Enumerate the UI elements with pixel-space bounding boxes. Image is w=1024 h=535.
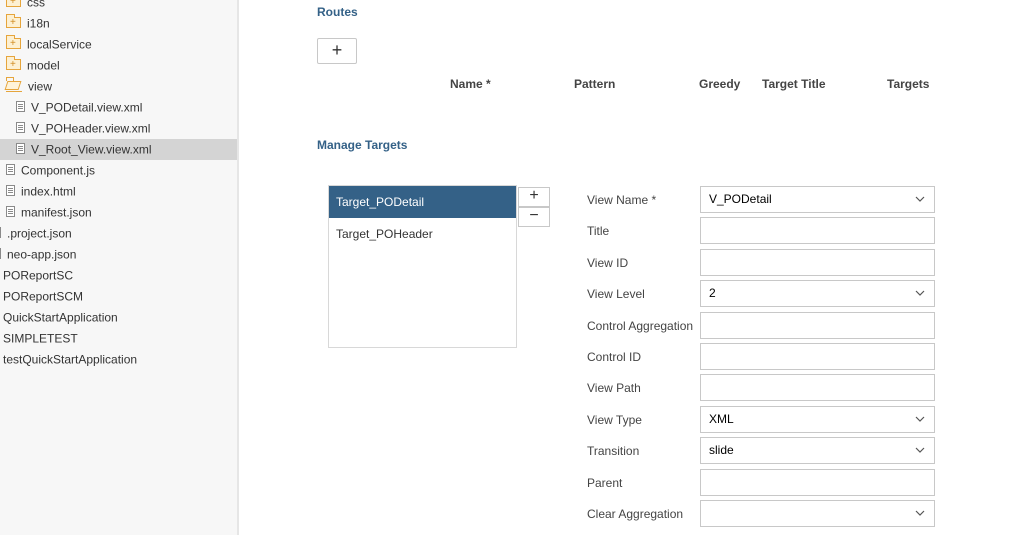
- file-icon: [16, 143, 25, 155]
- control-aggregation-label: Control Aggregation: [587, 319, 694, 333]
- file-icon: [0, 227, 4, 239]
- clear-aggregation-label: Clear Aggregation: [587, 507, 684, 521]
- tree-item-label: testQuickStartApplication: [3, 352, 138, 367]
- parent-input[interactable]: [700, 469, 935, 496]
- view-name-label: View Name *: [587, 193, 657, 207]
- view-name-select[interactable]: V_PODetail: [700, 186, 935, 213]
- tree-item-v-poheader-view-xml[interactable]: V_POHeader.view.xml: [16, 118, 150, 139]
- tree-item-quickstartapplication[interactable]: QuickStartApplication: [3, 307, 118, 328]
- tree-item-label: POReportSC: [3, 268, 74, 283]
- tree-item-label: QuickStartApplication: [3, 310, 118, 325]
- view-path-label: View Path: [587, 381, 641, 395]
- chevron-down-icon: [915, 290, 925, 296]
- folder-icon: [6, 33, 21, 54]
- tree-item-label: POReportSCM: [3, 289, 84, 304]
- control-id-label: Control ID: [587, 350, 642, 364]
- chevron-down-icon: [915, 416, 925, 422]
- routes-title: Routes: [317, 5, 358, 19]
- view-level-label: View Level: [587, 287, 645, 301]
- add-route-button[interactable]: +: [317, 38, 357, 64]
- tree-item-neo-app-json[interactable]: neo-app.json: [0, 244, 76, 265]
- manage-targets-title: Manage Targets: [317, 138, 408, 152]
- routes-col-pattern: Pattern: [574, 77, 616, 91]
- view-level-value: 2: [709, 286, 716, 300]
- folder-icon: [6, 0, 21, 12]
- chevron-down-icon: [915, 447, 925, 453]
- tree-item-i18n[interactable]: i18n: [6, 12, 50, 34]
- title-input[interactable]: [700, 217, 935, 244]
- tree-item-project-json[interactable]: .project.json: [0, 223, 72, 244]
- control-aggregation-input[interactable]: [700, 312, 935, 339]
- tree-item-label: neo-app.json: [7, 247, 77, 262]
- tree-item-v-root-view-view-xml[interactable]: V_Root_View.view.xml: [0, 139, 237, 160]
- remove-target-button[interactable]: −: [518, 207, 550, 227]
- transition-value: slide: [709, 443, 734, 457]
- add-target-button[interactable]: +: [518, 187, 550, 207]
- view-id-input[interactable]: [700, 249, 935, 276]
- file-icon: [6, 185, 15, 197]
- routes-col-target-title: Target Title: [762, 77, 826, 91]
- tree-item-poreportsc[interactable]: POReportSC: [3, 265, 73, 286]
- folder-open-icon: [6, 76, 22, 92]
- view-type-label: View Type: [587, 413, 642, 427]
- tree-item-index-html[interactable]: index.html: [6, 181, 76, 202]
- transition-label: Transition: [587, 444, 640, 458]
- tree-item-label: SIMPLETEST: [3, 331, 78, 346]
- tree-item-label: model: [27, 58, 60, 73]
- routes-col-greedy: Greedy: [699, 77, 741, 91]
- tree-item-model[interactable]: model: [6, 54, 60, 76]
- targets-list: Target_PODetail Target_POHeader: [328, 185, 517, 348]
- tree-item-v-podetail-view-xml[interactable]: V_PODetail.view.xml: [16, 97, 142, 118]
- tree-item-testquickstartapplication[interactable]: testQuickStartApplication: [3, 349, 137, 370]
- file-icon: [6, 206, 15, 218]
- view-type-value: XML: [709, 412, 734, 426]
- clear-aggregation-select[interactable]: [700, 500, 935, 527]
- tree-item-label: localService: [27, 37, 92, 52]
- control-id-input[interactable]: [700, 343, 935, 370]
- title-label: Title: [587, 224, 610, 238]
- chevron-down-icon: [915, 196, 925, 202]
- tree-item-view[interactable]: view: [6, 76, 52, 97]
- routes-col-name: Name *: [450, 77, 491, 91]
- folder-icon: [6, 12, 21, 33]
- view-level-select[interactable]: 2: [700, 280, 935, 307]
- tree-item-label: index.html: [21, 184, 76, 199]
- file-icon: [0, 248, 4, 260]
- view-name-value: V_PODetail: [709, 192, 772, 206]
- tree-item-label: css: [27, 0, 45, 10]
- tree-item-label: .project.json: [7, 226, 72, 241]
- tree-item-manifest-json[interactable]: manifest.json: [6, 202, 92, 223]
- tree-item-label: manifest.json: [21, 205, 92, 220]
- tree-item-css[interactable]: css: [6, 0, 45, 13]
- tree-item-label: V_Root_View.view.xml: [31, 142, 152, 157]
- target-item-podetail[interactable]: Target_PODetail: [329, 186, 516, 218]
- view-type-select[interactable]: XML: [700, 406, 935, 433]
- tree-item-label: V_PODetail.view.xml: [31, 100, 143, 115]
- parent-label: Parent: [587, 476, 623, 490]
- tree-item-label: Component.js: [21, 163, 96, 178]
- tree-item-label: i18n: [27, 16, 50, 31]
- file-icon: [16, 122, 25, 134]
- tree-item-label: view: [28, 79, 53, 94]
- tree-item-label: V_POHeader.view.xml: [31, 121, 151, 136]
- project-explorer-sidebar: css i18n localService model view V_PODetail.v…: [0, 0, 239, 535]
- file-icon: [16, 101, 25, 113]
- view-path-input[interactable]: [700, 374, 935, 401]
- tree-item-poreportscm[interactable]: POReportSCM: [3, 286, 83, 307]
- tree-item-component-js[interactable]: Component.js: [6, 160, 95, 181]
- view-id-label: View ID: [587, 256, 629, 270]
- sidebar-divider[interactable]: [237, 0, 239, 535]
- routes-col-targets: Targets: [887, 77, 930, 91]
- file-icon: [6, 164, 15, 176]
- tree-item-localservice[interactable]: localService: [6, 33, 92, 55]
- chevron-down-icon: [915, 510, 925, 516]
- tree-item-simpletest[interactable]: SIMPLETEST: [3, 328, 78, 349]
- target-item-poheader[interactable]: Target_POHeader: [329, 218, 516, 250]
- transition-select[interactable]: slide: [700, 437, 935, 464]
- folder-icon: [6, 54, 21, 75]
